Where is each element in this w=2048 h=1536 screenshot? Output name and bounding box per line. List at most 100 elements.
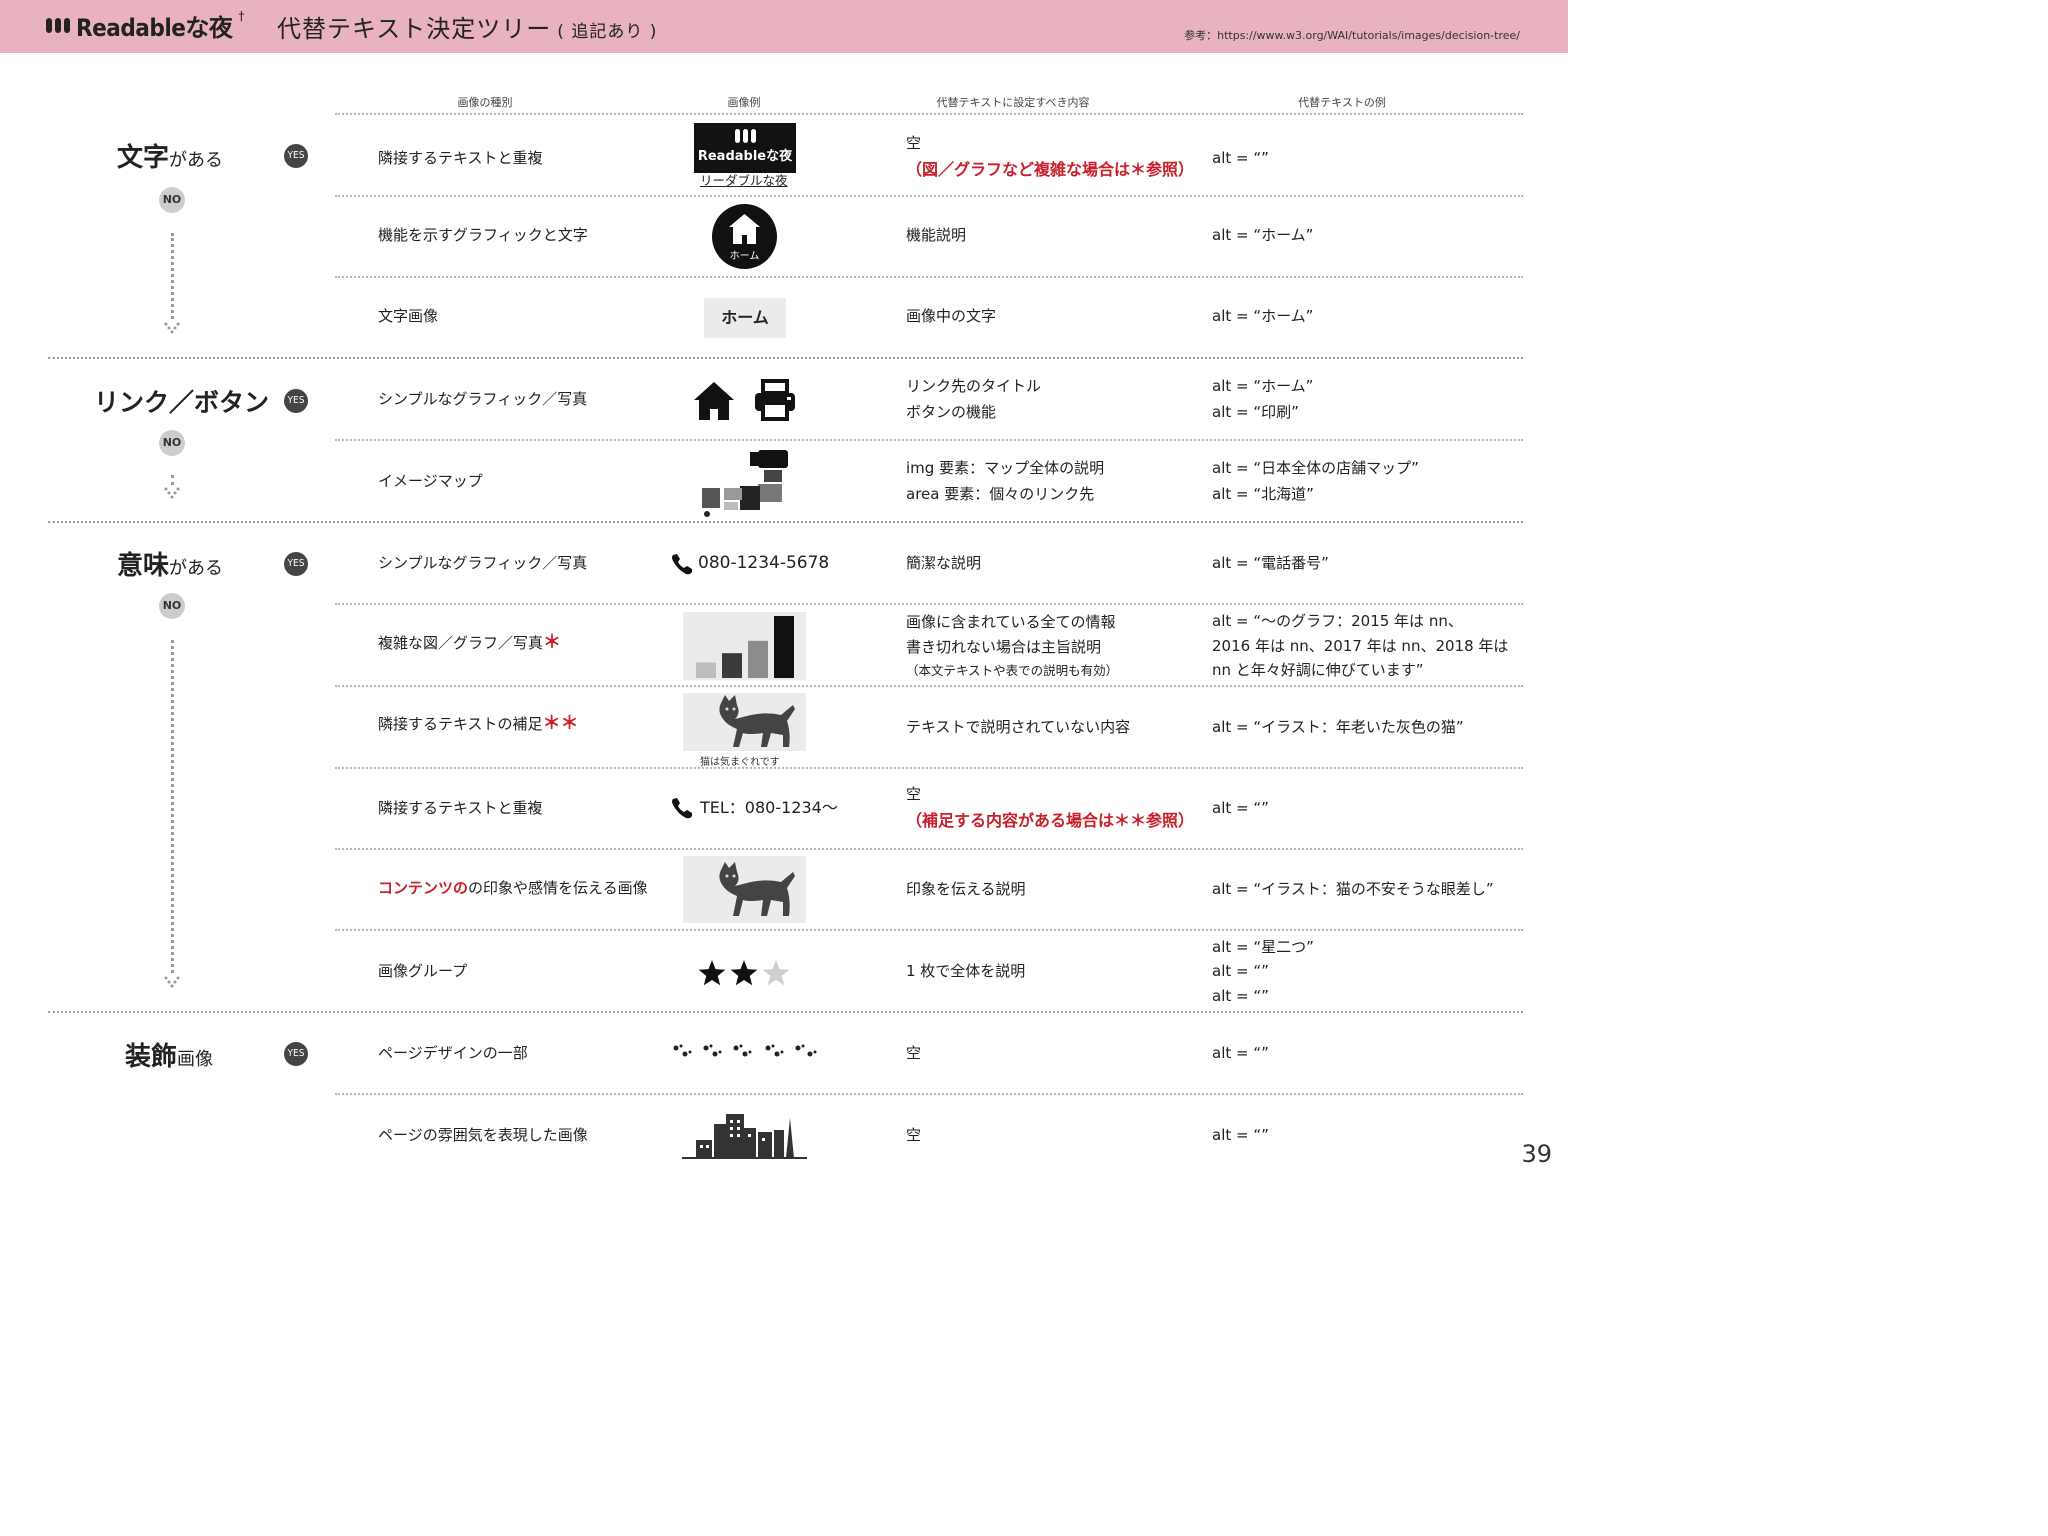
example-cat-image <box>683 856 806 923</box>
title-text: 代替テキスト決定ツリー <box>277 15 552 43</box>
category-meaning: 意味がある <box>117 545 223 582</box>
row-type-text: の印象や感情を伝える画像 <box>468 879 648 897</box>
row-alt: alt = “ホーム” <box>1212 307 1314 325</box>
row-content: 空 <box>906 785 922 803</box>
example-text-image: ホーム <box>704 298 786 338</box>
row-type-text: 隣接するテキストの補足 <box>378 715 543 733</box>
example-tel-text: TEL：080-1234〜 <box>700 798 838 817</box>
flow-arrow-icon <box>164 976 180 988</box>
no-badge: NO <box>159 430 185 456</box>
row-alt: alt = “” <box>1212 987 1269 1005</box>
category-decorative-suffix: 画像 <box>177 1049 214 1070</box>
row-content: area 要素：個々のリンク先 <box>906 485 1095 503</box>
logo-dagger: † <box>238 8 245 23</box>
row-content: 書き切れない場合は主旨説明 <box>906 638 1102 656</box>
row-alt: alt = “” <box>1212 1044 1269 1062</box>
printer-icon <box>755 379 795 421</box>
row-type: 隣接するテキストと重複 <box>378 799 543 817</box>
row-alt: alt = “〜のグラフ：2015 年は nn、 <box>1212 612 1463 630</box>
page-number: 39 <box>1521 1140 1552 1168</box>
row-divider <box>335 929 1523 931</box>
yes-badge: YES <box>284 1042 308 1066</box>
category-link-main: リンク／ボタン <box>94 388 270 417</box>
home-icon <box>729 214 760 244</box>
row-divider <box>335 276 1523 278</box>
row-content: 簡潔な説明 <box>906 554 982 572</box>
row-type: シンプルなグラフィック／写真 <box>378 554 588 572</box>
example-logo-text: Readableな夜 <box>697 149 793 164</box>
row-content-note: （本文テキストや表での説明も有効） <box>906 663 1119 678</box>
row-content: 機能説明 <box>906 226 967 244</box>
page-title: 代替テキスト決定ツリー( 追記あり ) <box>277 9 657 44</box>
category-text-main: 文字 <box>117 143 170 173</box>
row-alt: alt = “電話番号” <box>1212 554 1329 572</box>
row-divider <box>335 439 1523 441</box>
brand-logo: Readableな夜 † <box>46 8 244 43</box>
row-type: 隣接するテキストと重複 <box>378 149 543 167</box>
row-divider <box>335 195 1523 197</box>
category-text-suffix: がある <box>169 150 224 171</box>
star-empty-icon <box>762 960 790 986</box>
row-type-highlight: コンテンツの <box>378 879 469 897</box>
row-alt: alt = “” <box>1212 149 1269 167</box>
bar-chart-svg <box>696 616 794 678</box>
row-divider <box>335 603 1523 605</box>
row-content: 空 <box>906 1044 922 1062</box>
row-alt: alt = “イラスト：年老いた灰色の猫” <box>1212 718 1464 736</box>
logo-mark-icon <box>46 18 70 33</box>
category-meaning-suffix: がある <box>169 558 224 579</box>
row-alt: alt = “北海道” <box>1212 485 1314 503</box>
row-type: イメージマップ <box>378 472 483 490</box>
section-divider <box>48 521 1523 523</box>
row-content: ボタンの機能 <box>906 403 997 421</box>
row-alt: alt = “ホーム” <box>1212 377 1314 395</box>
star-filled-icon <box>730 960 758 986</box>
reference-link[interactable]: 参考：https://www.w3.org/WAI/tutorials/imag… <box>1184 27 1520 43</box>
row-content: 画像に含まれている全ての情報 <box>906 613 1116 631</box>
row-content-note: （補足する内容がある場合は＊＊参照） <box>906 811 1195 830</box>
no-badge: NO <box>159 593 185 619</box>
section-divider <box>48 357 1523 359</box>
row-type: ページデザインの一部 <box>378 1044 528 1062</box>
phone-icon <box>672 798 692 819</box>
row-type: ページの雰囲気を表現した画像 <box>378 1126 588 1144</box>
japan-map-icon <box>702 450 788 517</box>
asterisk-mark: ＊＊ <box>542 713 579 734</box>
row-alt: 2016 年は nn、2017 年は nn、2018 年は <box>1212 637 1509 655</box>
row-content: 空 <box>906 1126 922 1144</box>
phone-icon <box>672 554 692 575</box>
bar-chart-bar <box>696 662 716 678</box>
row-divider <box>335 113 1523 115</box>
row-content: 空 <box>906 134 922 152</box>
row-alt: alt = “星二つ” <box>1212 938 1314 956</box>
row-alt: alt = “ホーム” <box>1212 226 1314 244</box>
row-type-text: 複雑な図／グラフ／写真 <box>378 634 544 652</box>
row-content: テキストで説明されていない内容 <box>906 718 1131 736</box>
example-phone-number: 080-1234-5678 <box>698 553 830 573</box>
paw-prints-decoration <box>673 1044 817 1057</box>
asterisk-mark: ＊ <box>543 632 562 653</box>
row-type: 画像グループ <box>378 962 468 980</box>
column-header-alt: 代替テキストの例 <box>1298 96 1386 109</box>
category-decorative-main: 装飾 <box>125 1042 178 1072</box>
yes-badge: YES <box>284 389 308 413</box>
example-bar-chart <box>683 612 806 680</box>
home-icon <box>694 382 734 420</box>
city-skyline-icon <box>682 1114 807 1159</box>
bar-chart-bar <box>722 653 742 678</box>
row-alt: alt = “” <box>1212 962 1269 980</box>
no-badge: NO <box>159 187 185 213</box>
flow-dotted-line <box>171 640 174 973</box>
row-type: 機能を示すグラフィックと文字 <box>378 226 588 244</box>
row-content-note: （図／グラフなど複雑な場合は＊参照） <box>906 160 1195 179</box>
cat-icon <box>719 695 795 747</box>
row-alt: nn と年々好調に伸びています” <box>1212 661 1424 679</box>
bar-chart-bar <box>748 640 768 678</box>
example-cat-image <box>683 693 806 751</box>
star-filled-icon <box>698 960 726 986</box>
flow-dotted-line <box>171 233 174 319</box>
title-note: ( 追記あり ) <box>557 22 658 42</box>
row-content: 1 枚で全体を説明 <box>906 962 1026 980</box>
flow-arrow-icon <box>164 487 180 499</box>
home-button-label: ホーム <box>729 251 760 262</box>
